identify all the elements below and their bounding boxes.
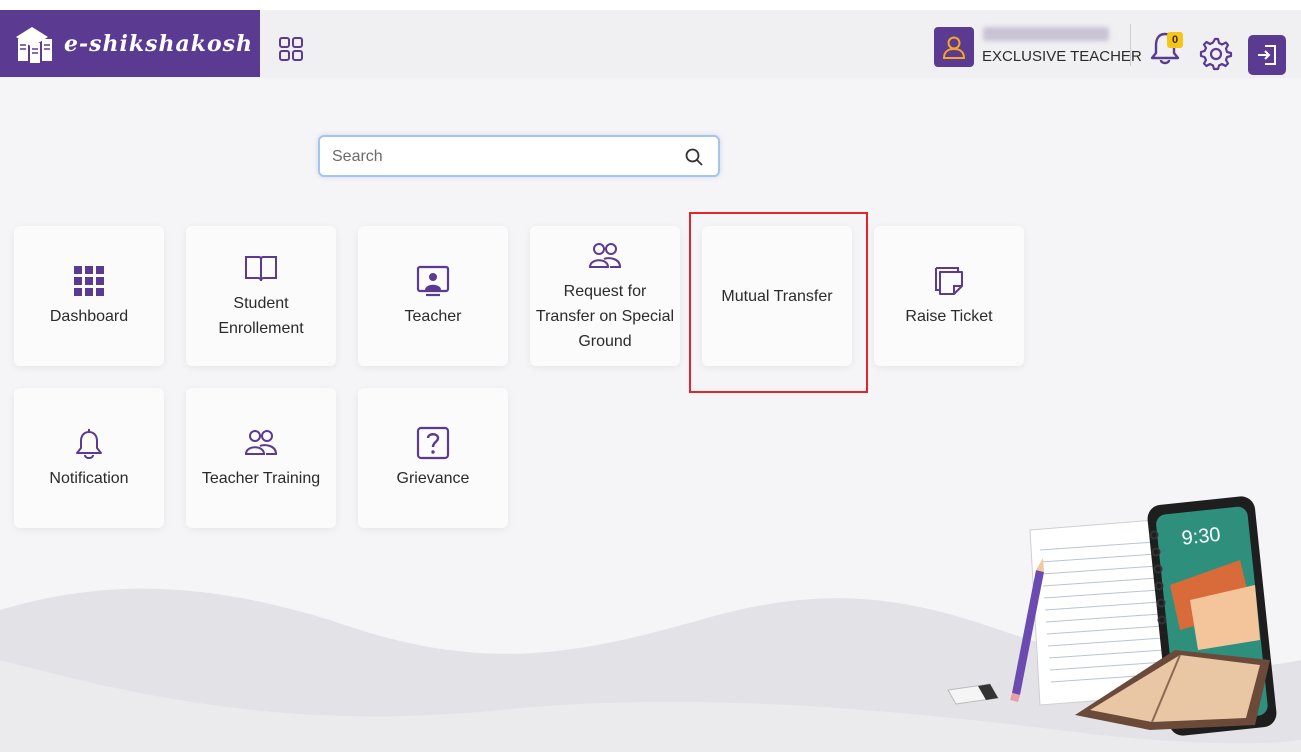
tile-mutual-transfer[interactable]: Mutual Transfer (702, 226, 852, 366)
tile-label: Notification (49, 469, 129, 487)
apps-grid-icon[interactable] (278, 36, 304, 62)
tile-notification[interactable]: Notification (14, 388, 164, 528)
ticket-icon (935, 266, 963, 295)
grid-icon (74, 265, 104, 296)
tile-label: Request for Transfer on Special Ground (535, 282, 675, 350)
search-box (318, 135, 720, 177)
avatar[interactable] (934, 27, 974, 67)
header-divider (1130, 24, 1131, 66)
tile-dashboard[interactable]: Dashboard (14, 226, 164, 366)
gear-icon[interactable] (1197, 35, 1233, 71)
brand-logo[interactable]: e-shikshakosh (0, 10, 260, 77)
tile-student-enrollement[interactable]: Student Enrollement (186, 226, 336, 366)
logout-button[interactable] (1248, 35, 1286, 75)
tile-teacher[interactable]: Teacher (358, 226, 508, 366)
logo-text: e-shikshakosh (64, 30, 254, 57)
app-header: e-shikshakosh EXCLUSIVE TEACHER 0 (0, 10, 1301, 78)
tile-raise-ticket[interactable]: Raise Ticket (874, 226, 1024, 366)
logo-icon (16, 26, 52, 63)
tile-label: Dashboard (49, 307, 129, 325)
search-icon[interactable] (684, 147, 704, 167)
tile-label: Student Enrollement (218, 295, 304, 337)
user-role: EXCLUSIVE TEACHER (982, 48, 1142, 65)
users-icon (244, 429, 278, 455)
teacher-icon (416, 265, 450, 296)
tile-grievance[interactable]: Grievance (358, 388, 508, 528)
notification-badge: 0 (1167, 32, 1183, 48)
tile-request-transfer-special-ground[interactable]: Request for Transfer on Special Ground (530, 226, 680, 366)
tile-label: Mutual Transfer (721, 287, 833, 305)
logout-icon (1258, 45, 1276, 65)
tile-label: Teacher Training (201, 469, 321, 487)
user-name (983, 27, 1109, 41)
question-icon (416, 426, 450, 459)
education-illustration: 9:30 (947, 496, 1277, 736)
top-strip (0, 0, 1301, 10)
eraser-illustration (947, 683, 999, 705)
tile-label: Raise Ticket (905, 307, 993, 325)
phone-time: 9:30 (1181, 524, 1222, 550)
bell-icon (76, 428, 102, 459)
tile-label: Teacher (404, 307, 462, 325)
tile-label: Grievance (396, 469, 470, 487)
book-icon (245, 256, 277, 282)
users-icon (588, 242, 622, 268)
search-input[interactable] (332, 145, 672, 169)
tile-teacher-training[interactable]: Teacher Training (186, 388, 336, 528)
user-icon (942, 36, 966, 59)
